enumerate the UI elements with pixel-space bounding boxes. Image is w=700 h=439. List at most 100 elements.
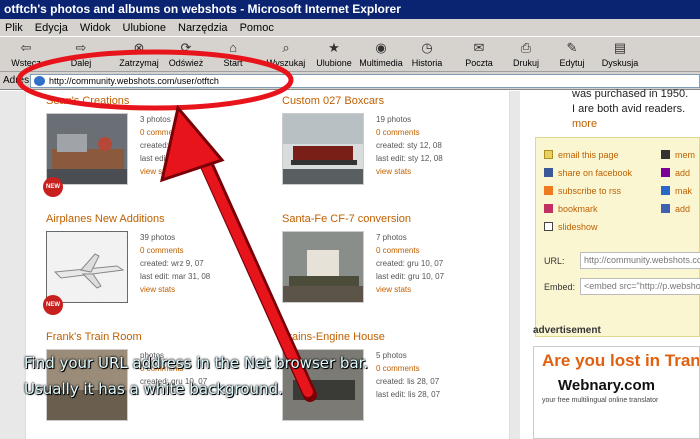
edited-date: last edit: mar 31, 08 — [140, 272, 211, 281]
about-line-1: was purchased in 1950. — [572, 88, 689, 100]
facebook-link[interactable]: share on facebook — [544, 168, 632, 178]
album-title[interactable]: Custom 027 Boxcars — [282, 95, 384, 107]
view-stats-link[interactable]: view stats — [376, 283, 444, 296]
favorites-button[interactable]: ★ Ulubione — [308, 40, 360, 68]
comments-link[interactable]: 0 comments — [140, 126, 205, 139]
share-link-2a[interactable]: mem — [661, 150, 695, 160]
bookmark-label: bookmark — [558, 204, 598, 214]
sidebar: was purchased in 1950. I are both avid r… — [520, 88, 700, 439]
home-label: Start — [223, 58, 243, 68]
yahoo-icon — [661, 168, 670, 177]
album-card: Trains-Engine House 5 photos 0 comments … — [262, 327, 492, 439]
home-button[interactable]: ⌂ Start — [207, 40, 259, 68]
multimedia-button[interactable]: ◉ Multimedia — [355, 40, 407, 68]
created-date: created: lis 28, 07 — [376, 377, 440, 386]
view-stats-link[interactable]: view stats — [140, 165, 205, 178]
url-input[interactable]: http://community.webshots.com — [580, 252, 700, 269]
address-input[interactable]: http://community.webshots.com/user/otftc… — [30, 74, 700, 88]
search-icon: ⌕ — [282, 40, 290, 55]
created-date: created: wrz 9, 07 — [140, 259, 204, 268]
share-label-2c: mak — [675, 186, 693, 196]
menu-bar: Plik Edycja Widok Ulubione Narzędzia Pom… — [0, 19, 700, 37]
back-arrow-icon: ⇦ — [20, 40, 32, 55]
album-title[interactable]: Sean's Creations — [46, 95, 129, 107]
album-card: Airplanes New Additions 39 photos 0 comm… — [26, 209, 256, 324]
comments-link[interactable]: 0 comments — [140, 244, 210, 257]
history-button[interactable]: ◷ Historia — [401, 40, 453, 68]
album-thumbnail[interactable] — [282, 231, 364, 303]
email-page-link[interactable]: email this page — [544, 150, 619, 160]
delicious-icon — [661, 204, 670, 213]
view-stats-link[interactable]: view stats — [140, 283, 210, 296]
discuss-button[interactable]: ▤ Dyskusja — [594, 40, 646, 68]
window-title: otftch's photos and albums on webshots -… — [0, 0, 700, 19]
embed-input[interactable]: <embed src="http://p.webshots — [580, 278, 700, 295]
menu-view[interactable]: Widok — [80, 22, 111, 34]
caption-line-1: Find your URL address in the Net browser… — [24, 354, 369, 372]
search-button[interactable]: ⌕ Wyszukaj — [260, 40, 312, 68]
mail-button[interactable]: ✉ Poczta — [453, 40, 505, 68]
share-box: email this page share on facebook subscr… — [535, 137, 700, 337]
photo-count: 7 photos — [376, 233, 407, 242]
caption-line-2: Usually it has a white background. — [24, 380, 283, 398]
stop-button[interactable]: ⊗ Zatrzymaj — [113, 40, 165, 68]
stop-label: Zatrzymaj — [119, 58, 159, 68]
comments-link[interactable]: 0 comments — [376, 362, 440, 375]
created-date: created: gru 10, 07 — [376, 259, 444, 268]
facebook-label: share on facebook — [558, 168, 633, 178]
edited-date: last edit: lis 28, 07 — [376, 390, 441, 399]
ad-banner[interactable]: Are you lost in Tran Webnary.com your fr… — [533, 346, 700, 439]
address-url: http://community.webshots.com/user/otftc… — [49, 76, 219, 86]
album-title[interactable]: Frank's Train Room — [46, 331, 142, 343]
multimedia-label: Multimedia — [359, 58, 403, 68]
comments-link[interactable]: 0 comments — [376, 126, 443, 139]
view-stats-link[interactable]: view stats — [376, 165, 443, 178]
people-icon — [661, 186, 670, 195]
share-link-2b[interactable]: add — [661, 168, 690, 178]
toolbar: ⇦ Wstecz ⇨ Dalej ⊗ Zatrzymaj ⟳ Odśwież ⌂ Star… — [0, 37, 700, 72]
album-thumbnail[interactable] — [282, 113, 364, 185]
discuss-icon: ▤ — [613, 40, 627, 55]
album-meta: 7 photos 0 comments created: gru 10, 07 … — [376, 231, 444, 296]
edit-label: Edytuj — [559, 58, 585, 68]
refresh-button[interactable]: ⟳ Odśwież — [160, 40, 212, 68]
rss-icon — [544, 186, 553, 195]
photo-count: 5 photos — [376, 351, 407, 360]
share-link-2d[interactable]: add — [661, 204, 690, 214]
menu-tools[interactable]: Narzędzia — [178, 22, 228, 34]
photo-count: 39 photos — [140, 233, 176, 242]
edit-button[interactable]: ✎ Edytuj — [546, 40, 598, 68]
ad-brand: Webnary.com — [558, 377, 655, 394]
ad-header: advertisement — [533, 325, 601, 336]
share-link-2c[interactable]: mak — [661, 186, 692, 196]
favorites-icon: ★ — [328, 40, 340, 55]
myspace-icon — [661, 150, 670, 159]
album-title[interactable]: Airplanes New Additions — [46, 213, 165, 225]
album-title[interactable]: Trains-Engine House — [282, 331, 385, 343]
album-meta: 3 photos 0 comments created: lut 12, 08 … — [140, 113, 205, 178]
menu-help[interactable]: Pomoc — [240, 22, 274, 34]
forward-label: Dalej — [70, 58, 92, 68]
menu-favorites[interactable]: Ulubione — [123, 22, 166, 34]
print-button[interactable]: ⎙ Drukuj — [500, 40, 552, 68]
edited-date: last edit: lut 15, 08 — [140, 154, 205, 163]
menu-edit[interactable]: Edycja — [35, 22, 68, 34]
more-link[interactable]: more — [572, 117, 688, 132]
stop-icon: ⊗ — [133, 40, 145, 55]
bookmark-link[interactable]: bookmark — [544, 204, 598, 214]
album-thumbnail[interactable] — [46, 113, 128, 185]
slideshow-link[interactable]: slideshow — [544, 222, 598, 232]
comments-link[interactable]: 0 comments — [376, 244, 444, 257]
new-badge: NEW — [43, 295, 63, 315]
rss-link[interactable]: subscribe to rss — [544, 186, 621, 196]
back-button[interactable]: ⇦ Wstecz — [0, 40, 52, 68]
album-title[interactable]: Santa-Fe CF-7 conversion — [282, 213, 411, 225]
embed-label: Embed: — [544, 282, 576, 292]
share-label-2b: add — [675, 168, 691, 178]
album-thumbnail[interactable] — [46, 231, 128, 303]
forward-button[interactable]: ⇨ Dalej — [55, 40, 107, 68]
ie-page-icon — [34, 76, 45, 86]
photo-count: 3 photos — [140, 115, 171, 124]
menu-file[interactable]: Plik — [5, 22, 23, 34]
edited-date: last edit: sty 12, 08 — [376, 154, 443, 163]
